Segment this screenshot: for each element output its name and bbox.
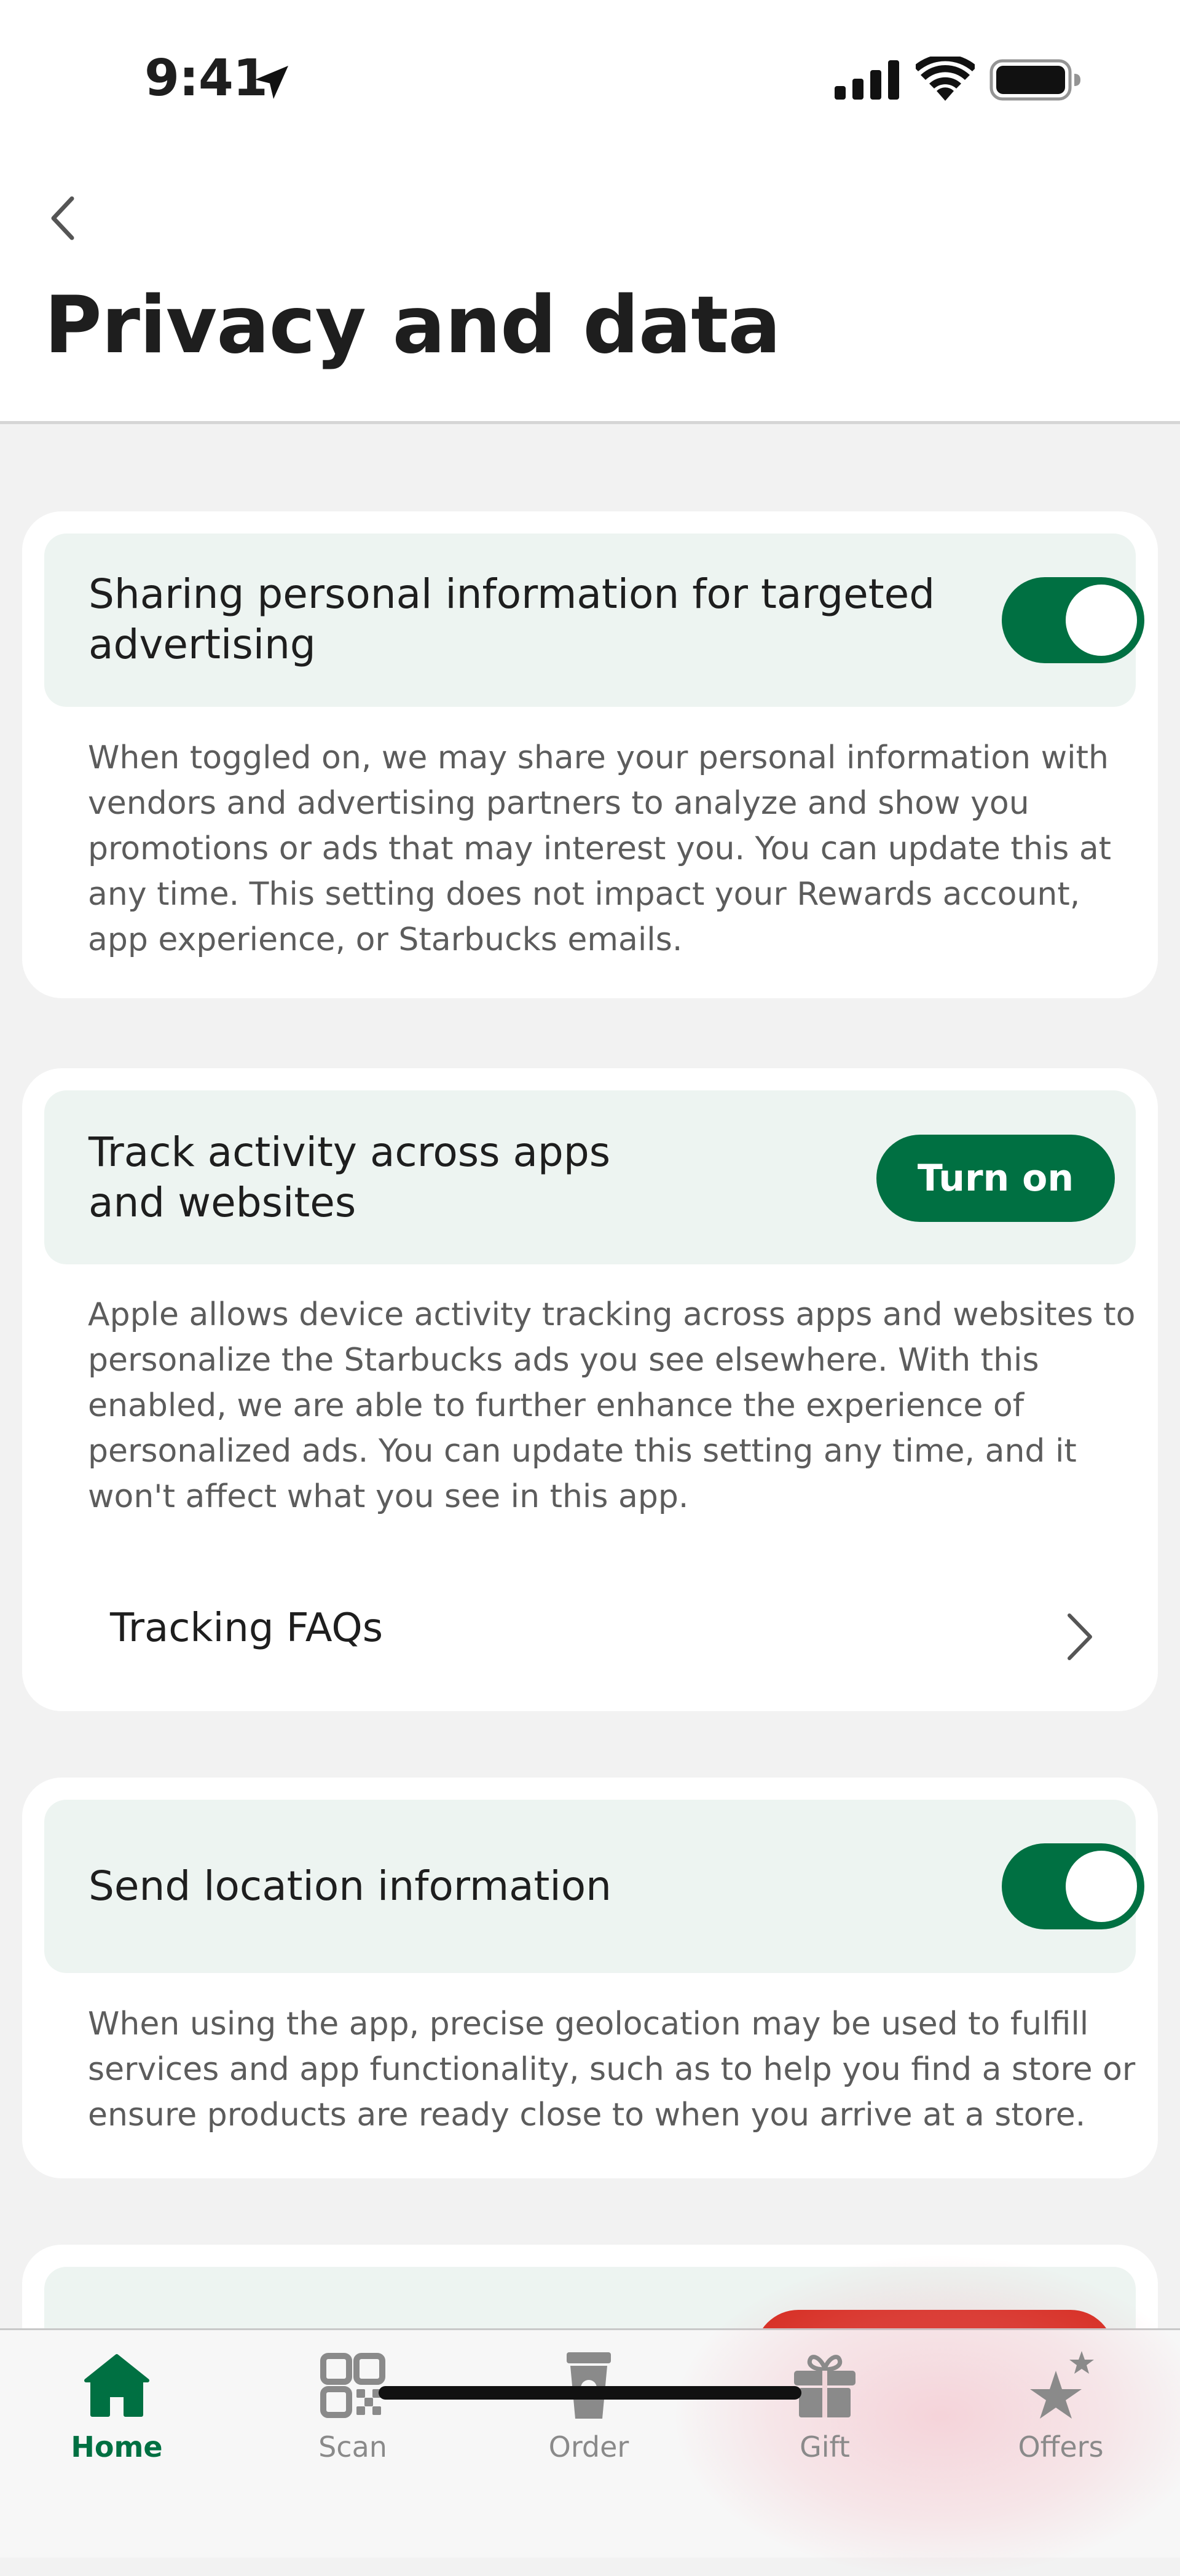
tab-gift[interactable]: Gift <box>733 2349 917 2496</box>
status-time: 9:41 <box>144 49 268 108</box>
gift-icon <box>794 2355 856 2417</box>
targeted-advertising-description: When toggled on, we may share your perso… <box>88 739 1112 958</box>
location-header: Send location information <box>44 1800 1144 1973</box>
tab-order-label: Order <box>548 2430 629 2464</box>
stars-icon <box>1030 2351 1094 2419</box>
location-arrow-icon <box>255 66 288 99</box>
location-title: Send location information <box>88 1862 612 1910</box>
tracking-title-line2: and websites <box>88 1179 356 1226</box>
battery-icon <box>989 59 1080 101</box>
cup-icon <box>567 2352 611 2419</box>
tab-home-label: Home <box>71 2430 163 2464</box>
home-icon <box>84 2354 149 2417</box>
tracking-header: Track activity across apps and websites … <box>44 1090 1136 1264</box>
location-card: Send location information When using the… <box>22 1778 1158 2178</box>
tracking-title: Track activity across apps and websites <box>88 1127 610 1228</box>
cellular-signal-icon <box>835 60 899 100</box>
tracking-faqs-label: Tracking FAQs <box>110 1605 384 1651</box>
turn-on-button[interactable]: Turn on <box>876 1135 1115 1222</box>
tab-scan[interactable]: Scan <box>261 2349 445 2496</box>
chevron-left-icon <box>51 196 74 240</box>
bottom-tab-bar: Home Scan Order Gift Offers <box>0 2256 1180 2576</box>
location-description: When using the app, precise geolocation … <box>88 2006 1136 2133</box>
tab-offers-label: Offers <box>1018 2430 1104 2464</box>
header: 9:41 Privacy and data <box>0 0 1180 424</box>
tab-offers[interactable]: Offers <box>969 2349 1153 2496</box>
targeted-advertising-card: Sharing personal information for targete… <box>22 511 1158 998</box>
targeted-advertising-title-line2: advertising <box>88 621 316 668</box>
tab-order[interactable]: Order <box>497 2349 681 2496</box>
targeted-advertising-title-line1: Sharing personal information for targete… <box>88 570 935 618</box>
tracking-card: Track activity across apps and websites … <box>22 1068 1158 1711</box>
tracking-title-line1: Track activity across apps <box>88 1128 611 1176</box>
toggle-knob <box>1066 585 1137 656</box>
tab-gift-label: Gift <box>800 2430 850 2464</box>
page-title: Privacy and data <box>44 280 781 371</box>
back-button[interactable] <box>38 191 87 246</box>
wifi-icon <box>916 57 975 101</box>
tracking-faqs-link[interactable]: Tracking FAQs <box>44 1578 1136 1689</box>
tracking-description: Apple allows device activity tracking ac… <box>88 1296 1136 1515</box>
tab-home[interactable]: Home <box>25 2349 209 2496</box>
location-toggle[interactable] <box>1002 1843 1144 1929</box>
toggle-knob <box>1066 1851 1137 1922</box>
status-bar: 9:41 <box>0 0 1180 160</box>
chevron-right-icon <box>1068 1613 1092 1660</box>
targeted-advertising-toggle[interactable] <box>1002 577 1144 663</box>
tab-scan-label: Scan <box>318 2430 387 2464</box>
targeted-advertising-header: Sharing personal information for targete… <box>44 534 1144 707</box>
home-indicator <box>379 2386 801 2400</box>
qr-code-icon <box>320 2353 385 2418</box>
targeted-advertising-title: Sharing personal information for targete… <box>88 569 935 670</box>
